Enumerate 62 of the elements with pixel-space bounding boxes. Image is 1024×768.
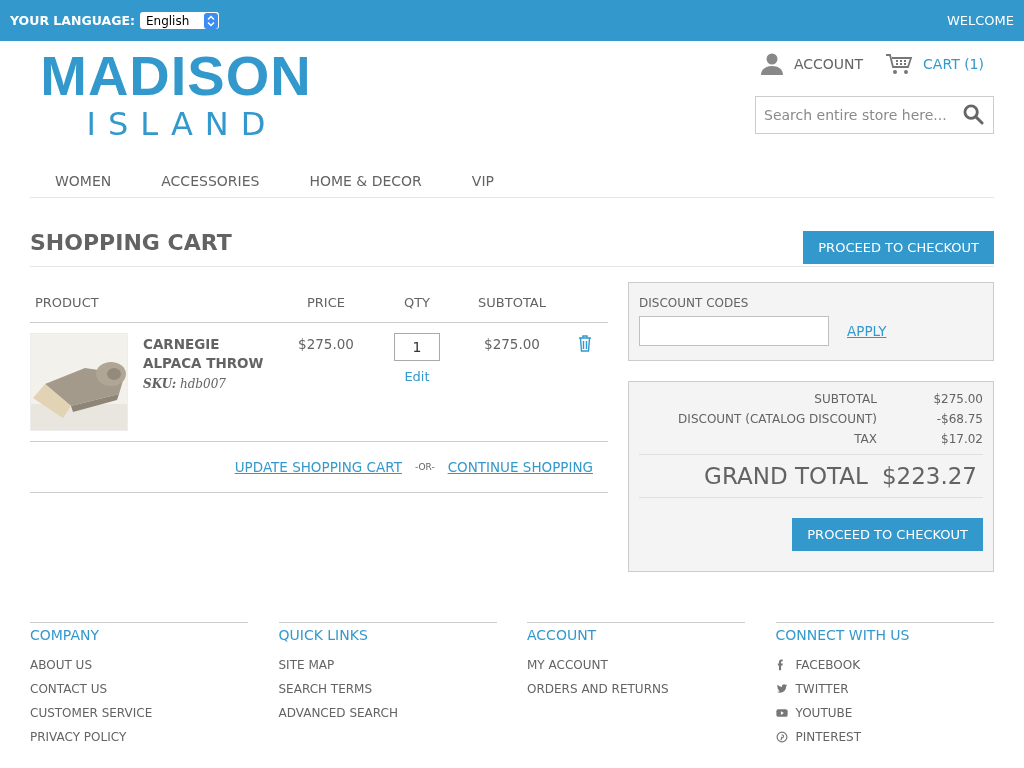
cart-link[interactable]: CART (1) (885, 53, 984, 75)
pinterest-icon (775, 731, 788, 743)
welcome-text: WELCOME (946, 13, 1014, 28)
column-header: PRODUCT (34, 294, 100, 310)
price-text: $275.00 (297, 335, 355, 354)
separator-text: -OR- (414, 462, 435, 472)
cart-icon (885, 53, 914, 75)
footer-link[interactable]: SEARCH TERMS (278, 677, 497, 701)
footer-link[interactable]: CUSTOMER SERVICE (30, 701, 248, 725)
product-name[interactable]: CARNEGIE ALPACA THROW (143, 335, 268, 373)
edit-link[interactable]: Edit (404, 369, 430, 384)
discount-label: DISCOUNT CODES (639, 296, 750, 310)
footer-link[interactable]: ADVANCED SEARCH (278, 701, 497, 725)
grand-total-value: $223.27 (881, 463, 977, 489)
column-header: SUBTOTAL (477, 294, 547, 310)
person-icon (759, 53, 784, 75)
footer-link[interactable]: MY ACCOUNT (527, 653, 745, 677)
total-label: TAX (854, 432, 877, 446)
footer-link[interactable]: PRIVACY POLICY (30, 725, 248, 749)
update-cart-link[interactable]: UPDATE SHOPPING CART (234, 459, 402, 475)
bird-icon (775, 683, 788, 695)
search-field[interactable]: Search entire store here... (755, 96, 994, 134)
column-header: QTY (402, 294, 432, 310)
footer-link[interactable]: PINTEREST (775, 725, 994, 749)
column-header: PRICE (306, 294, 346, 310)
checkout-button[interactable]: PROCEED TO CHECKOUT (803, 230, 994, 264)
footer-link[interactable]: ABOUT US (30, 653, 248, 677)
total-label: SUBTOTAL (814, 392, 877, 406)
checkout-button[interactable]: PROCEED TO CHECKOUT (792, 518, 983, 551)
search-icon (963, 104, 984, 125)
nav-link[interactable]: VIP (471, 173, 494, 189)
quantity-field[interactable]: 1 (394, 333, 440, 361)
footer-link[interactable]: TWITTER (775, 677, 994, 701)
footer-link[interactable]: FACEBOOK (775, 653, 994, 677)
play-icon (775, 707, 788, 719)
total-value: $275.00 (932, 392, 983, 406)
footer-link[interactable]: CONTACT US (30, 677, 248, 701)
discount-field[interactable] (639, 316, 829, 346)
trash-icon (578, 335, 592, 352)
subtotal-text: $275.00 (483, 335, 541, 354)
total-value: $17.02 (940, 432, 983, 446)
logo[interactable]: MADISON ISLAND (38, 46, 314, 165)
footer-heading: COMPANY (30, 627, 101, 643)
page-title: SHOPPING CART (30, 228, 232, 255)
footer-heading: QUICK LINKS (278, 627, 369, 643)
footer-heading: CONNECT WITH US (775, 627, 911, 643)
account-link[interactable]: ACCOUNT (759, 53, 864, 75)
nav-link[interactable]: HOME & DECOR (309, 173, 422, 189)
caret-icon (203, 12, 218, 29)
nav-link[interactable]: WOMEN (55, 173, 112, 189)
footer-heading: ACCOUNT (527, 627, 598, 643)
total-label: DISCOUNT (CATALOG DISCOUNT) (678, 412, 877, 426)
footer-link[interactable]: YOUTUBE (775, 701, 994, 725)
language-select[interactable]: English (139, 12, 219, 29)
footer-link[interactable]: ORDERS AND RETURNS (527, 677, 745, 701)
grand-total-label: GRAND TOTAL (704, 463, 868, 489)
footer-link[interactable]: SITE MAP (278, 653, 497, 677)
total-value: -$68.75 (935, 412, 983, 426)
sku-text: SKU: hdb007 (143, 377, 227, 391)
language-label: YOUR LANGUAGE: (10, 13, 135, 28)
continue-shopping-link[interactable]: CONTINUE SHOPPING (447, 459, 593, 475)
nav-link[interactable]: ACCESSORIES (161, 173, 260, 189)
